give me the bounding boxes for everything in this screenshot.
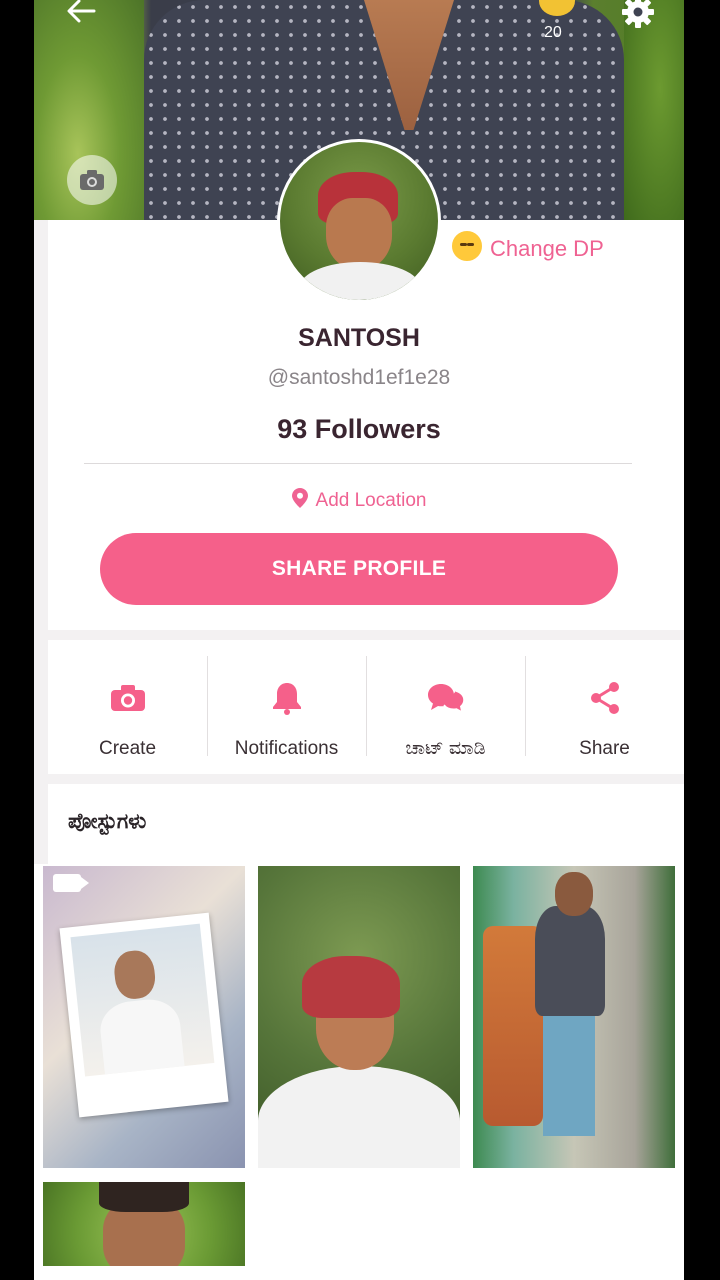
- change-dp-link[interactable]: Change DP: [490, 236, 604, 262]
- add-location-link[interactable]: Add Location: [34, 488, 684, 514]
- share-profile-button[interactable]: SHARE PROFILE: [100, 533, 618, 605]
- location-pin-icon: [291, 488, 308, 514]
- add-location-label: Add Location: [315, 490, 427, 511]
- profile-screen: 20 Change DP SANTOSH @santoshd1ef1e28 93…: [34, 0, 684, 1280]
- notifications-button[interactable]: Notifications: [207, 640, 366, 774]
- change-cover-camera-icon[interactable]: [67, 155, 117, 205]
- camera-icon: [110, 680, 146, 716]
- kissing-emoji-icon[interactable]: [450, 229, 484, 263]
- profile-name: SANTOSH: [298, 324, 420, 352]
- create-label: Create: [98, 738, 157, 759]
- post-thumbnail[interactable]: [43, 1182, 245, 1266]
- chat-icon: [427, 680, 465, 716]
- profile-picture[interactable]: [277, 139, 441, 303]
- post-thumbnail[interactable]: [473, 866, 675, 1168]
- followers-count[interactable]: 93 Followers: [34, 414, 684, 445]
- divider: [84, 463, 632, 464]
- share-button[interactable]: Share: [525, 640, 684, 774]
- coin-count: 20: [544, 24, 562, 41]
- posts-grid: [34, 864, 684, 1280]
- chat-label: ಚಾಟ್ ಮಾಡಿ: [405, 738, 486, 759]
- chat-button[interactable]: ಚಾಟ್ ಮಾಡಿ: [366, 640, 525, 774]
- back-arrow-icon[interactable]: [64, 0, 104, 28]
- action-row: Create Notifications ಚಾಟ್ ಮಾಡಿ Share: [48, 640, 684, 774]
- create-button[interactable]: Create: [48, 640, 207, 774]
- posts-header: ಪೋಸ್ಟುಗಳು: [48, 784, 684, 864]
- gear-icon[interactable]: [620, 0, 656, 30]
- post-thumbnail[interactable]: [258, 866, 460, 1168]
- share-label: Share: [579, 738, 630, 759]
- video-camera-icon: [53, 874, 89, 892]
- bell-icon: [272, 680, 302, 716]
- share-icon: [590, 680, 620, 716]
- post-thumbnail[interactable]: [43, 866, 245, 1168]
- posts-title: ಪೋಸ್ಟುಗಳು: [68, 810, 147, 833]
- notifications-label: Notifications: [234, 738, 339, 759]
- profile-handle: @santoshd1ef1e28: [267, 366, 451, 389]
